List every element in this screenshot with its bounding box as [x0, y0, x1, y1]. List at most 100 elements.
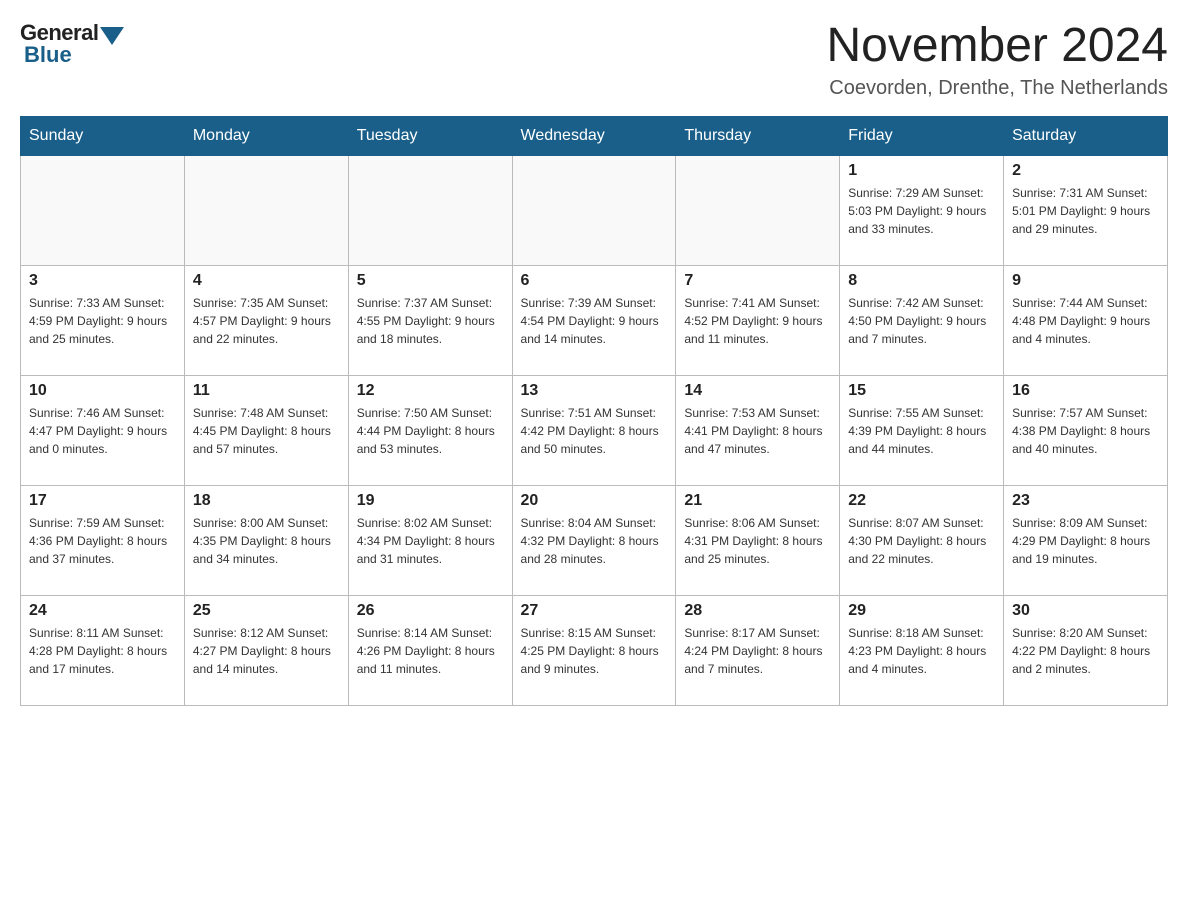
- calendar-cell: 25Sunrise: 8:12 AM Sunset: 4:27 PM Dayli…: [184, 595, 348, 705]
- day-info: Sunrise: 7:35 AM Sunset: 4:57 PM Dayligh…: [193, 294, 340, 348]
- day-number: 22: [848, 492, 995, 510]
- day-info: Sunrise: 8:14 AM Sunset: 4:26 PM Dayligh…: [357, 624, 504, 678]
- calendar-cell: 13Sunrise: 7:51 AM Sunset: 4:42 PM Dayli…: [512, 375, 676, 485]
- day-info: Sunrise: 8:17 AM Sunset: 4:24 PM Dayligh…: [684, 624, 831, 678]
- day-info: Sunrise: 7:37 AM Sunset: 4:55 PM Dayligh…: [357, 294, 504, 348]
- day-number: 5: [357, 272, 504, 290]
- col-sunday: Sunday: [21, 116, 185, 155]
- day-number: 20: [521, 492, 668, 510]
- calendar-cell: 15 Sunrise: 7:55 AM Sunset: 4:39 PM Dayli…: [840, 375, 1004, 485]
- day-number: 7: [684, 272, 831, 290]
- col-friday: Friday: [840, 116, 1004, 155]
- calendar-cell: 12Sunrise: 7:50 AM Sunset: 4:44 PM Dayli…: [348, 375, 512, 485]
- week-row-1: 1 Sunrise: 7:29 AM Sunset: 5:03 PM Daylig…: [21, 155, 1168, 265]
- day-number: 3: [29, 272, 176, 290]
- calendar-cell: [512, 155, 676, 265]
- day-info: Sunrise: 8:11 AM Sunset: 4:28 PM Dayligh…: [29, 624, 176, 678]
- calendar-cell: 28 Sunrise: 8:17 AM Sunset: 4:24 PM Dayli…: [676, 595, 840, 705]
- day-info: Sunrise: 8:07 AM Sunset: 4:30 PM Dayligh…: [848, 514, 995, 568]
- day-number: 27: [521, 602, 668, 620]
- day-number: 15: [848, 382, 995, 400]
- col-thursday: Thursday: [676, 116, 840, 155]
- calendar-table: Sunday Monday Tuesday Wednesday Thursday…: [20, 116, 1168, 706]
- day-info: Sunrise: 7:59 AM Sunset: 4:36 PM Dayligh…: [29, 514, 176, 568]
- week-row-4: 17 Sunrise: 7:59 AM Sunset: 4:36 PM Dayli…: [21, 485, 1168, 595]
- day-info: Sunrise: 8:00 AM Sunset: 4:35 PM Dayligh…: [193, 514, 340, 568]
- calendar-cell: 21 Sunrise: 8:06 AM Sunset: 4:31 PM Dayli…: [676, 485, 840, 595]
- calendar-cell: 5 Sunrise: 7:37 AM Sunset: 4:55 PM Daylig…: [348, 265, 512, 375]
- calendar-cell: [348, 155, 512, 265]
- day-info: Sunrise: 8:02 AM Sunset: 4:34 PM Dayligh…: [357, 514, 504, 568]
- day-info: Sunrise: 7:29 AM Sunset: 5:03 PM Dayligh…: [848, 184, 995, 238]
- day-info: Sunrise: 7:31 AM Sunset: 5:01 PM Dayligh…: [1012, 184, 1159, 238]
- calendar-cell: 23 Sunrise: 8:09 AM Sunset: 4:29 PM Dayli…: [1004, 485, 1168, 595]
- logo-triangle-icon: [100, 27, 124, 45]
- calendar-cell: 9 Sunrise: 7:44 AM Sunset: 4:48 PM Daylig…: [1004, 265, 1168, 375]
- calendar-cell: [184, 155, 348, 265]
- calendar-cell: 4 Sunrise: 7:35 AM Sunset: 4:57 PM Daylig…: [184, 265, 348, 375]
- day-number: 28: [684, 602, 831, 620]
- day-info: Sunrise: 7:46 AM Sunset: 4:47 PM Dayligh…: [29, 404, 176, 458]
- page-header: General Blue November 2024 Coevorden, Dr…: [20, 20, 1168, 100]
- day-info: Sunrise: 7:55 AM Sunset: 4:39 PM Dayligh…: [848, 404, 995, 458]
- calendar-cell: 3 Sunrise: 7:33 AM Sunset: 4:59 PM Daylig…: [21, 265, 185, 375]
- calendar-cell: 30 Sunrise: 8:20 AM Sunset: 4:22 PM Dayli…: [1004, 595, 1168, 705]
- day-number: 12: [357, 382, 504, 400]
- calendar-cell: 14 Sunrise: 7:53 AM Sunset: 4:41 PM Dayli…: [676, 375, 840, 485]
- calendar-cell: 1 Sunrise: 7:29 AM Sunset: 5:03 PM Daylig…: [840, 155, 1004, 265]
- calendar-cell: 22 Sunrise: 8:07 AM Sunset: 4:30 PM Dayli…: [840, 485, 1004, 595]
- day-info: Sunrise: 7:33 AM Sunset: 4:59 PM Dayligh…: [29, 294, 176, 348]
- calendar-cell: 2Sunrise: 7:31 AM Sunset: 5:01 PM Daylig…: [1004, 155, 1168, 265]
- day-number: 29: [848, 602, 995, 620]
- calendar-cell: 26 Sunrise: 8:14 AM Sunset: 4:26 PM Dayli…: [348, 595, 512, 705]
- day-info: Sunrise: 7:53 AM Sunset: 4:41 PM Dayligh…: [684, 404, 831, 458]
- day-number: 1: [848, 162, 995, 180]
- day-info: Sunrise: 7:41 AM Sunset: 4:52 PM Dayligh…: [684, 294, 831, 348]
- calendar-header-row: Sunday Monday Tuesday Wednesday Thursday…: [21, 116, 1168, 155]
- day-info: Sunrise: 8:18 AM Sunset: 4:23 PM Dayligh…: [848, 624, 995, 678]
- calendar-cell: 16 Sunrise: 7:57 AM Sunset: 4:38 PM Dayli…: [1004, 375, 1168, 485]
- day-number: 17: [29, 492, 176, 510]
- day-info: Sunrise: 8:06 AM Sunset: 4:31 PM Dayligh…: [684, 514, 831, 568]
- logo-blue-text: Blue: [24, 42, 72, 67]
- calendar-cell: 19 Sunrise: 8:02 AM Sunset: 4:34 PM Dayli…: [348, 485, 512, 595]
- day-info: Sunrise: 7:57 AM Sunset: 4:38 PM Dayligh…: [1012, 404, 1159, 458]
- day-info: Sunrise: 8:09 AM Sunset: 4:29 PM Dayligh…: [1012, 514, 1159, 568]
- day-number: 30: [1012, 602, 1159, 620]
- calendar-cell: 11 Sunrise: 7:48 AM Sunset: 4:45 PM Dayli…: [184, 375, 348, 485]
- col-saturday: Saturday: [1004, 116, 1168, 155]
- logo: General Blue: [20, 20, 126, 68]
- day-number: 19: [357, 492, 504, 510]
- calendar-cell: 17 Sunrise: 7:59 AM Sunset: 4:36 PM Dayli…: [21, 485, 185, 595]
- calendar-cell: 10Sunrise: 7:46 AM Sunset: 4:47 PM Dayli…: [21, 375, 185, 485]
- day-number: 6: [521, 272, 668, 290]
- day-number: 13: [521, 382, 668, 400]
- day-info: Sunrise: 8:04 AM Sunset: 4:32 PM Dayligh…: [521, 514, 668, 568]
- day-number: 23: [1012, 492, 1159, 510]
- calendar-cell: 24Sunrise: 8:11 AM Sunset: 4:28 PM Dayli…: [21, 595, 185, 705]
- day-number: 16: [1012, 382, 1159, 400]
- day-number: 9: [1012, 272, 1159, 290]
- calendar-cell: [21, 155, 185, 265]
- calendar-cell: 29 Sunrise: 8:18 AM Sunset: 4:23 PM Dayli…: [840, 595, 1004, 705]
- day-number: 26: [357, 602, 504, 620]
- day-info: Sunrise: 8:15 AM Sunset: 4:25 PM Dayligh…: [521, 624, 668, 678]
- title-section: November 2024 Coevorden, Drenthe, The Ne…: [826, 20, 1168, 100]
- day-number: 14: [684, 382, 831, 400]
- col-wednesday: Wednesday: [512, 116, 676, 155]
- day-number: 4: [193, 272, 340, 290]
- day-info: Sunrise: 7:48 AM Sunset: 4:45 PM Dayligh…: [193, 404, 340, 458]
- day-info: Sunrise: 8:12 AM Sunset: 4:27 PM Dayligh…: [193, 624, 340, 678]
- day-number: 18: [193, 492, 340, 510]
- week-row-5: 24Sunrise: 8:11 AM Sunset: 4:28 PM Dayli…: [21, 595, 1168, 705]
- week-row-3: 10Sunrise: 7:46 AM Sunset: 4:47 PM Dayli…: [21, 375, 1168, 485]
- col-tuesday: Tuesday: [348, 116, 512, 155]
- day-info: Sunrise: 8:20 AM Sunset: 4:22 PM Dayligh…: [1012, 624, 1159, 678]
- day-info: Sunrise: 7:42 AM Sunset: 4:50 PM Dayligh…: [848, 294, 995, 348]
- day-number: 8: [848, 272, 995, 290]
- day-number: 11: [193, 382, 340, 400]
- calendar-cell: 6Sunrise: 7:39 AM Sunset: 4:54 PM Daylig…: [512, 265, 676, 375]
- day-info: Sunrise: 7:44 AM Sunset: 4:48 PM Dayligh…: [1012, 294, 1159, 348]
- day-number: 21: [684, 492, 831, 510]
- calendar-cell: 7 Sunrise: 7:41 AM Sunset: 4:52 PM Daylig…: [676, 265, 840, 375]
